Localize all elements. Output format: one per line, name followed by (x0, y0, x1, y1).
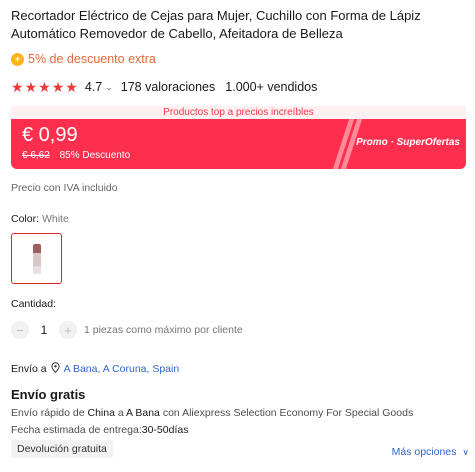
decrease-button[interactable]: − (11, 321, 29, 339)
original-price: € 6,62 (22, 150, 50, 161)
reviews-count[interactable]: 178 valoraciones (121, 80, 216, 94)
rating-row: ★ ★ ★ ★ ★ 4.7 ⌄ 178 valoraciones 1.000+ … (11, 80, 317, 94)
shipping-desc-suffix: con Aliexpress Selection Economy For Spe… (162, 407, 414, 419)
star-icon: ★ (24, 79, 38, 95)
discount-percent: 85% Descuento (59, 150, 131, 161)
star-icon: ★ (65, 79, 78, 95)
more-options-label[interactable]: Más opciones (392, 446, 457, 458)
color-value: White (41, 213, 69, 225)
shipping-origin: China (87, 407, 115, 419)
star-icon: ★ (11, 79, 24, 95)
quantity-value[interactable]: 1 (29, 323, 59, 337)
product-title: Recortador Eléctrico de Cejas para Mujer… (11, 8, 421, 41)
extra-discount: + 5% de descuento extra (11, 52, 156, 66)
quantity-label: Cantidad: (11, 298, 56, 310)
price-details: € 6,62 85% Descuento (22, 150, 130, 161)
ship-to-label: Envío a (11, 363, 47, 375)
product-thumbnail (32, 243, 41, 274)
rating-stars: ★ ★ ★ ★ ★ (11, 80, 79, 94)
quantity-limit-note: 1 piezas como máximo por cliente (84, 324, 243, 336)
chevron-down-icon[interactable]: ⌄ (105, 82, 113, 93)
ship-to-location-link[interactable]: A Bana, A Coruna, Spain (64, 363, 180, 375)
quantity-stepper: − 1 + 1 piezas como máximo por cliente (11, 321, 243, 339)
color-label-text: Color: (11, 213, 40, 225)
color-label: Color: White (11, 213, 69, 225)
star-icon: ★ (51, 79, 65, 95)
extra-discount-text: 5% de descuento extra (28, 52, 156, 66)
increase-button[interactable]: + (59, 321, 77, 339)
promo-label: Promo · SuperOfertas (356, 137, 460, 148)
sold-count: 1.000+ vendidos (225, 80, 318, 94)
delivery-estimate: Fecha estimada de entrega:30-50días (11, 424, 188, 436)
promo-strip: Productos top a precios increíbles (11, 106, 466, 119)
coin-icon: + (11, 52, 24, 66)
shipping-desc-prefix: Envío rápido de (11, 407, 85, 419)
ship-to: Envío a A Bana, A Coruna, Spain (11, 362, 179, 376)
star-icon: ★ (38, 79, 51, 95)
rating-value[interactable]: 4.7 (85, 80, 102, 94)
more-options-link[interactable]: Más opciones ∨ (392, 446, 469, 458)
free-shipping-title: Envío gratis (11, 387, 86, 402)
delivery-date-label: Fecha estimada de entrega: (11, 424, 142, 436)
price-banner: € 0,99 € 6,62 85% Descuento Promo · Supe… (11, 119, 466, 169)
delivery-date-value: 30-50días (141, 424, 189, 436)
free-return-badge: Devolución gratuita (11, 440, 113, 458)
chevron-down-icon[interactable]: ∨ (462, 447, 469, 458)
current-price: € 0,99 (22, 124, 78, 146)
shipping-description: Envío rápido de China a A Bana con Aliex… (11, 407, 413, 419)
shipping-desc-mid: a (117, 407, 124, 419)
color-swatch-white[interactable] (11, 233, 62, 284)
tax-note: Precio con IVA incluido (11, 182, 118, 194)
shipping-destination: A Bana (126, 407, 160, 419)
location-pin-icon (51, 362, 60, 376)
